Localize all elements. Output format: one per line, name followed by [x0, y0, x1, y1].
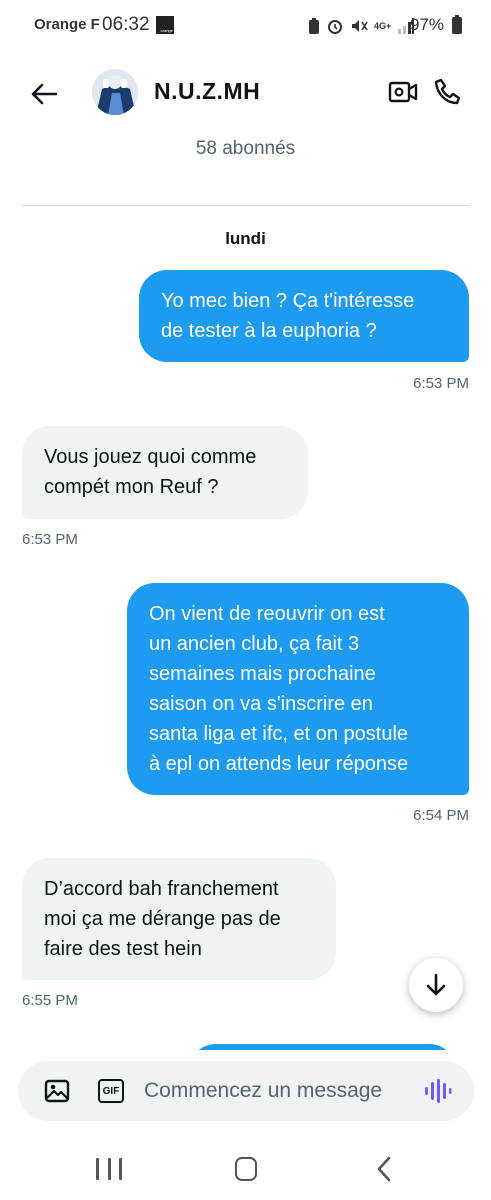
carrier-logo-icon: orange — [156, 16, 174, 34]
message-text-line: faire des test hein — [44, 938, 202, 960]
gif-button[interactable]: GIF — [98, 1079, 124, 1103]
message-text-line: Vous jouez quoi comme — [44, 446, 257, 468]
message-composer: GIF — [18, 1061, 474, 1121]
message-bubble-incoming[interactable]: D’accord bah franchement moi ça me déran… — [22, 858, 336, 980]
message-text-line: moi ça me dérange pas de — [44, 908, 281, 930]
battery-icon — [452, 15, 462, 34]
message-bubble-outgoing[interactable]: On vient de reouvrir on est un ancien cl… — [127, 583, 469, 795]
mute-icon — [352, 20, 368, 32]
attach-image-button[interactable] — [42, 1077, 72, 1105]
back-arrow-icon — [31, 83, 57, 105]
chevron-left-icon — [377, 1156, 391, 1182]
message-text-line: semaines mais prochaine — [149, 663, 376, 685]
voice-waveform-icon — [425, 1079, 452, 1103]
clock: 06:32 — [102, 14, 150, 35]
recents-icon-bar — [119, 1158, 122, 1180]
voice-call-button[interactable] — [430, 74, 466, 110]
system-back-button[interactable] — [372, 1156, 396, 1182]
system-navigation-bar — [0, 1140, 491, 1200]
day-separator: lundi — [225, 229, 266, 248]
followers-count: 58 abonnés — [195, 138, 296, 159]
message-text-line: On vient de reouvrir on est — [149, 603, 385, 625]
status-icons: 4G+ — [308, 16, 415, 36]
scroll-to-bottom-button[interactable] — [409, 958, 463, 1012]
message-text-line: un ancien club, ça fait 3 — [149, 633, 360, 655]
message-text-line: de tester à la euphoria ? — [161, 320, 377, 342]
carrier-name: Orange F — [34, 16, 100, 33]
recents-icon — [96, 1158, 99, 1180]
alarm-icon — [328, 20, 342, 34]
recents-icon-bar — [107, 1158, 111, 1180]
avatar-image — [92, 69, 138, 115]
composer-area: GIF — [0, 1050, 491, 1140]
phone-icon — [434, 78, 461, 105]
network-type-label: 4G+ — [374, 21, 392, 31]
message-timestamp: 6:53 PM — [22, 531, 78, 548]
message-text-line: compét mon Reuf ? — [44, 476, 219, 498]
message-text-line: D’accord bah franchement — [44, 878, 279, 900]
message-timestamp: 6:54 PM — [413, 807, 469, 824]
battery-percent: 97% — [410, 15, 445, 34]
back-button[interactable] — [28, 78, 60, 110]
message-bubble-outgoing[interactable]: Yo mec bien ? Ça t'intéresse de tester à… — [139, 270, 469, 362]
message-text-line: santa liga et ifc, et on postule — [149, 723, 409, 745]
contact-name[interactable]: N.U.Z.MH — [154, 78, 260, 105]
voice-message-button[interactable] — [422, 1077, 454, 1105]
avatar[interactable] — [92, 69, 138, 115]
message-text-line: saison on va s'inscrire en — [149, 693, 373, 715]
arrow-down-icon — [426, 973, 446, 996]
message-text-line: Yo mec bien ? Ça t'intéresse — [161, 290, 415, 312]
video-camera-icon — [388, 81, 418, 103]
image-icon — [44, 1079, 70, 1103]
battery-saver-icon — [309, 18, 319, 34]
carrier-logo-text: orange — [160, 28, 173, 33]
message-text-line: à epl on attends leur réponse — [149, 753, 409, 775]
header-divider — [22, 205, 469, 206]
message-bubble-incoming[interactable]: Vous jouez quoi comme compét mon Reuf ? — [22, 426, 308, 519]
video-call-button[interactable] — [385, 76, 421, 108]
recents-button[interactable] — [96, 1158, 122, 1180]
message-timestamp: 6:55 PM — [22, 992, 78, 1009]
status-bar: Orange F 06:32 orange 4G+ 97% — [0, 0, 491, 52]
home-button[interactable] — [235, 1157, 257, 1181]
conversation-header: N.U.Z.MH 58 abonnés — [0, 52, 491, 206]
message-input[interactable] — [144, 1075, 414, 1107]
message-timestamp: 6:53 PM — [413, 375, 469, 392]
